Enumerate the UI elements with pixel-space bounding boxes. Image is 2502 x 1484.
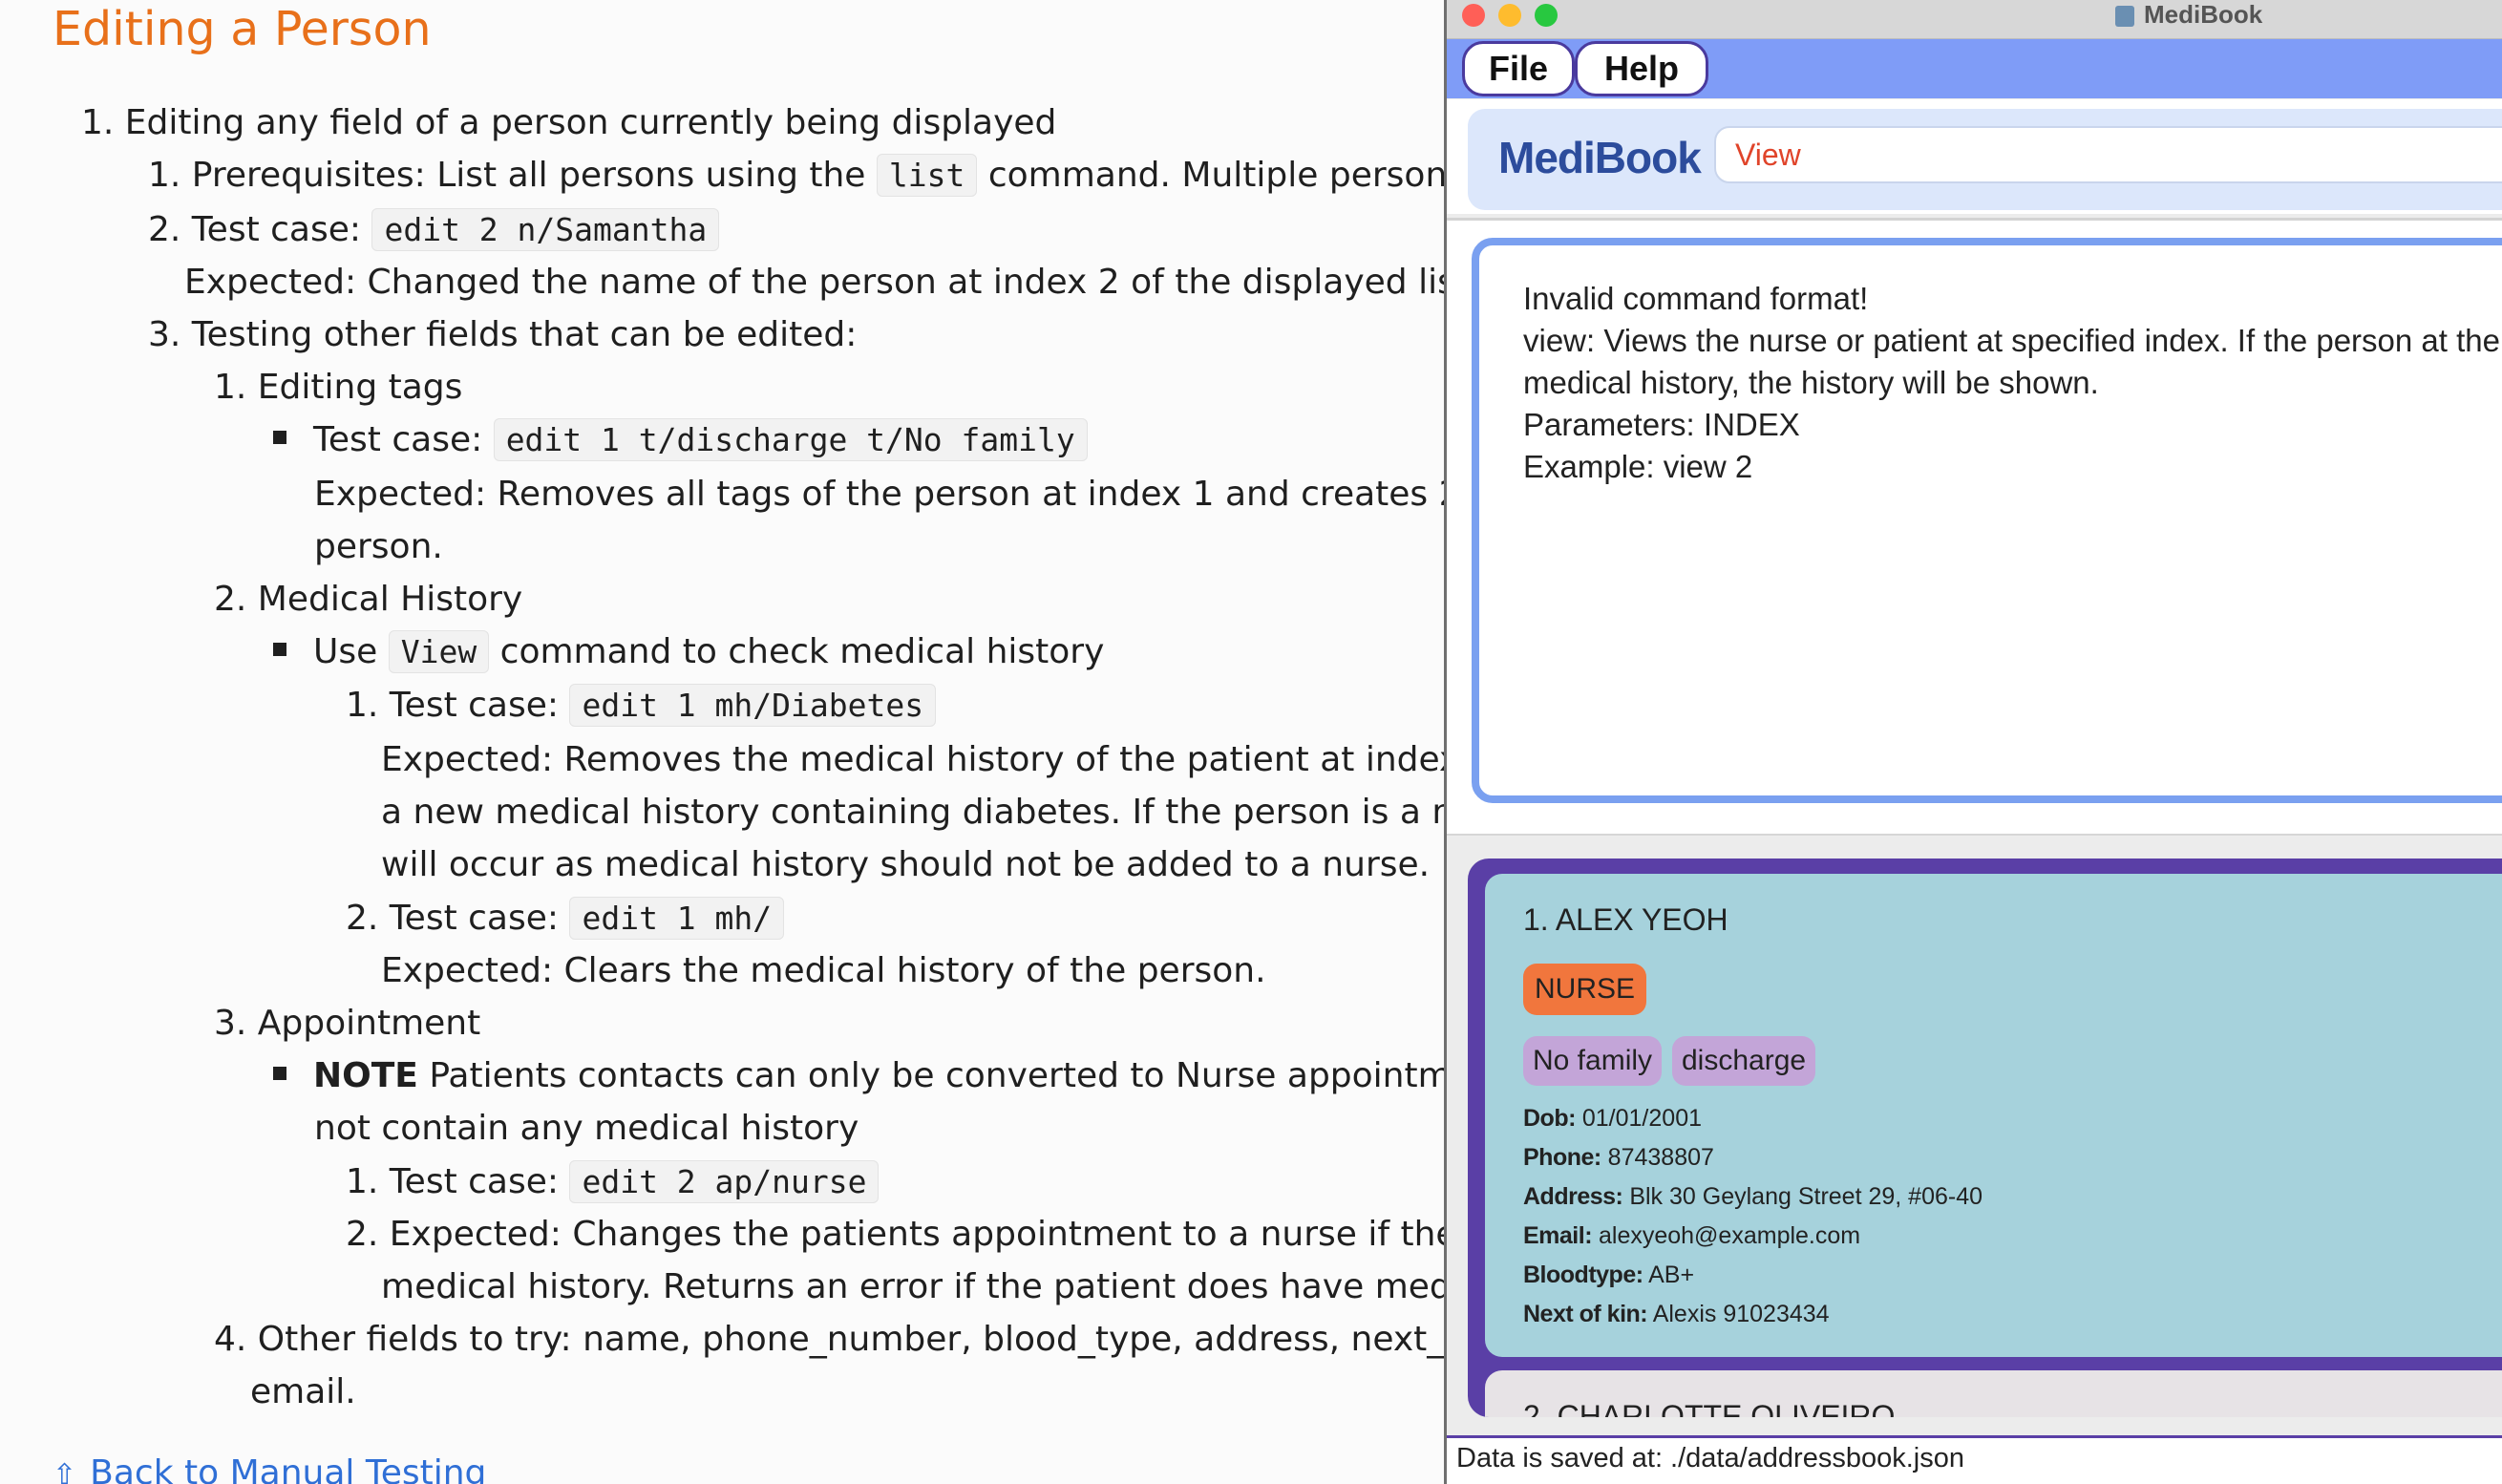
paragraph: Expected: Removes the medical history of… (381, 740, 1447, 779)
paragraph: person. (314, 527, 443, 566)
dob-field: Dob: 01/01/2001 (1523, 1105, 1702, 1132)
bullet-item: Test case: edit 1 t/discharge t/No famil… (273, 413, 1088, 466)
bullet-icon (273, 643, 286, 656)
result-line: Parameters: INDEX (1523, 407, 1800, 442)
paragraph: not contain any medical history (314, 1109, 859, 1148)
result-message: Invalid command format! view: Views the … (1523, 278, 2502, 488)
inline-code: edit 1 mh/ (569, 897, 785, 940)
inline-code: edit 1 t/discharge t/No family (493, 418, 1088, 461)
email-field: Email: alexyeoh@example.com (1523, 1222, 1861, 1249)
inline-code: edit 2 n/Samantha (371, 208, 720, 251)
list-item: 1. Test case: edit 2 ap/nurse (346, 1155, 880, 1208)
paragraph: Expected: Changed the name of the person… (184, 263, 1447, 302)
list-item: 2. Test case: edit 1 mh/ (346, 892, 785, 944)
command-area: MediBook View (1447, 99, 2502, 214)
title-bar[interactable]: MediBook (1447, 0, 2502, 39)
person-card[interactable]: 1. ALEX YEOH NURSE No family discharge D… (1485, 874, 2502, 1357)
paragraph: Expected: Removes all tags of the person… (314, 475, 1447, 514)
person-list[interactable]: 1. ALEX YEOH NURSE No family discharge D… (1468, 859, 2502, 1417)
inline-code: list (876, 154, 978, 197)
paragraph: will occur as medical history should not… (381, 845, 1431, 884)
bullet-item: NOTE Patients contacts can only be conve… (273, 1049, 1447, 1102)
page-title: Editing a Person (53, 2, 432, 56)
tag-badge: discharge (1672, 1036, 1816, 1086)
status-bar: Data is saved at: ./data/addressbook.jso… (1447, 1435, 2502, 1484)
phone-field: Phone: 87438807 (1523, 1144, 1714, 1171)
person-name: 1. ALEX YEOH (1523, 902, 1728, 937)
inline-code: edit 2 ap/nurse (569, 1160, 880, 1203)
list-item: 4. Other fields to try: name, phone_numb… (214, 1320, 1447, 1359)
menu-bar: File Help (1447, 39, 2502, 98)
list-item: 2. Medical History (214, 580, 523, 619)
command-box: MediBook View (1468, 109, 2502, 210)
inline-code: edit 1 mh/Diabetes (569, 684, 937, 727)
bullet-icon (273, 1067, 286, 1080)
paragraph: medical history. Returns an error if the… (381, 1267, 1447, 1306)
help-menu[interactable]: Help (1575, 41, 1708, 96)
next-of-kin-field: Next of kin: Alexis 91023434 (1523, 1301, 1830, 1327)
list-item: 3. Appointment (214, 1004, 481, 1043)
app-icon (2115, 6, 2134, 28)
bullet-item: Use View command to check medical histor… (273, 625, 1104, 678)
result-line: Invalid command format! (1523, 281, 1869, 316)
medibook-window: MediBook File Help MediBook View Invalid… (1444, 0, 2502, 1484)
list-item: 1. Editing tags (214, 368, 463, 407)
result-line: Example: view 2 (1523, 449, 1753, 484)
inline-code: View (388, 630, 490, 673)
person-card[interactable]: 2. CHARLOTTE OLIVEIRO (1485, 1370, 2502, 1417)
result-line: view: Views the nurse or patient at spec… (1523, 323, 2502, 358)
person-name: 2. CHARLOTTE OLIVEIRO (1523, 1399, 1896, 1417)
paragraph: email. (250, 1372, 356, 1411)
app-brand: MediBook (1498, 133, 1702, 182)
result-line: medical history, the history will be sho… (1523, 365, 2099, 400)
role-badge: NURSE (1523, 964, 1647, 1015)
list-item: 1. Test case: edit 1 mh/Diabetes (346, 679, 937, 731)
list-item: 1. Prerequisites: List all persons using… (148, 154, 1447, 197)
list-item: 2. Test case: edit 2 n/Samantha (148, 203, 720, 256)
file-menu[interactable]: File (1462, 41, 1575, 96)
result-display-area: Invalid command format! view: Views the … (1447, 218, 2502, 837)
tag-badge: No family (1523, 1036, 1663, 1086)
list-item: 2. Expected: Changes the patients appoin… (346, 1215, 1447, 1254)
upload-arrow-icon: ⇧ (53, 1458, 77, 1484)
list-item: 1. Editing any field of a person current… (81, 103, 1057, 142)
close-window-icon[interactable] (1462, 4, 1485, 27)
minimize-window-icon[interactable] (1498, 4, 1521, 27)
paragraph: Expected: Clears the medical history of … (381, 951, 1266, 990)
back-to-manual-testing-link[interactable]: ⇧ Back to Manual Testing (53, 1447, 486, 1484)
documentation-page: Editing a Person 1. Editing any field of… (0, 0, 1447, 1484)
address-field: Address: Blk 30 Geylang Street 29, #06-4… (1523, 1183, 1983, 1210)
result-display[interactable]: Invalid command format! view: Views the … (1472, 238, 2502, 803)
list-item: 3. Testing other fields that can be edit… (148, 315, 858, 354)
zoom-window-icon[interactable] (1535, 4, 1558, 27)
command-input[interactable]: View (1714, 126, 2502, 183)
bloodtype-field: Bloodtype: AB+ (1523, 1261, 1695, 1288)
bullet-icon (273, 431, 286, 444)
window-title: MediBook (2115, 0, 2262, 29)
paragraph: a new medical history containing diabete… (381, 793, 1447, 832)
person-list-area: 1. ALEX YEOH NURSE No family discharge D… (1447, 834, 2502, 1437)
